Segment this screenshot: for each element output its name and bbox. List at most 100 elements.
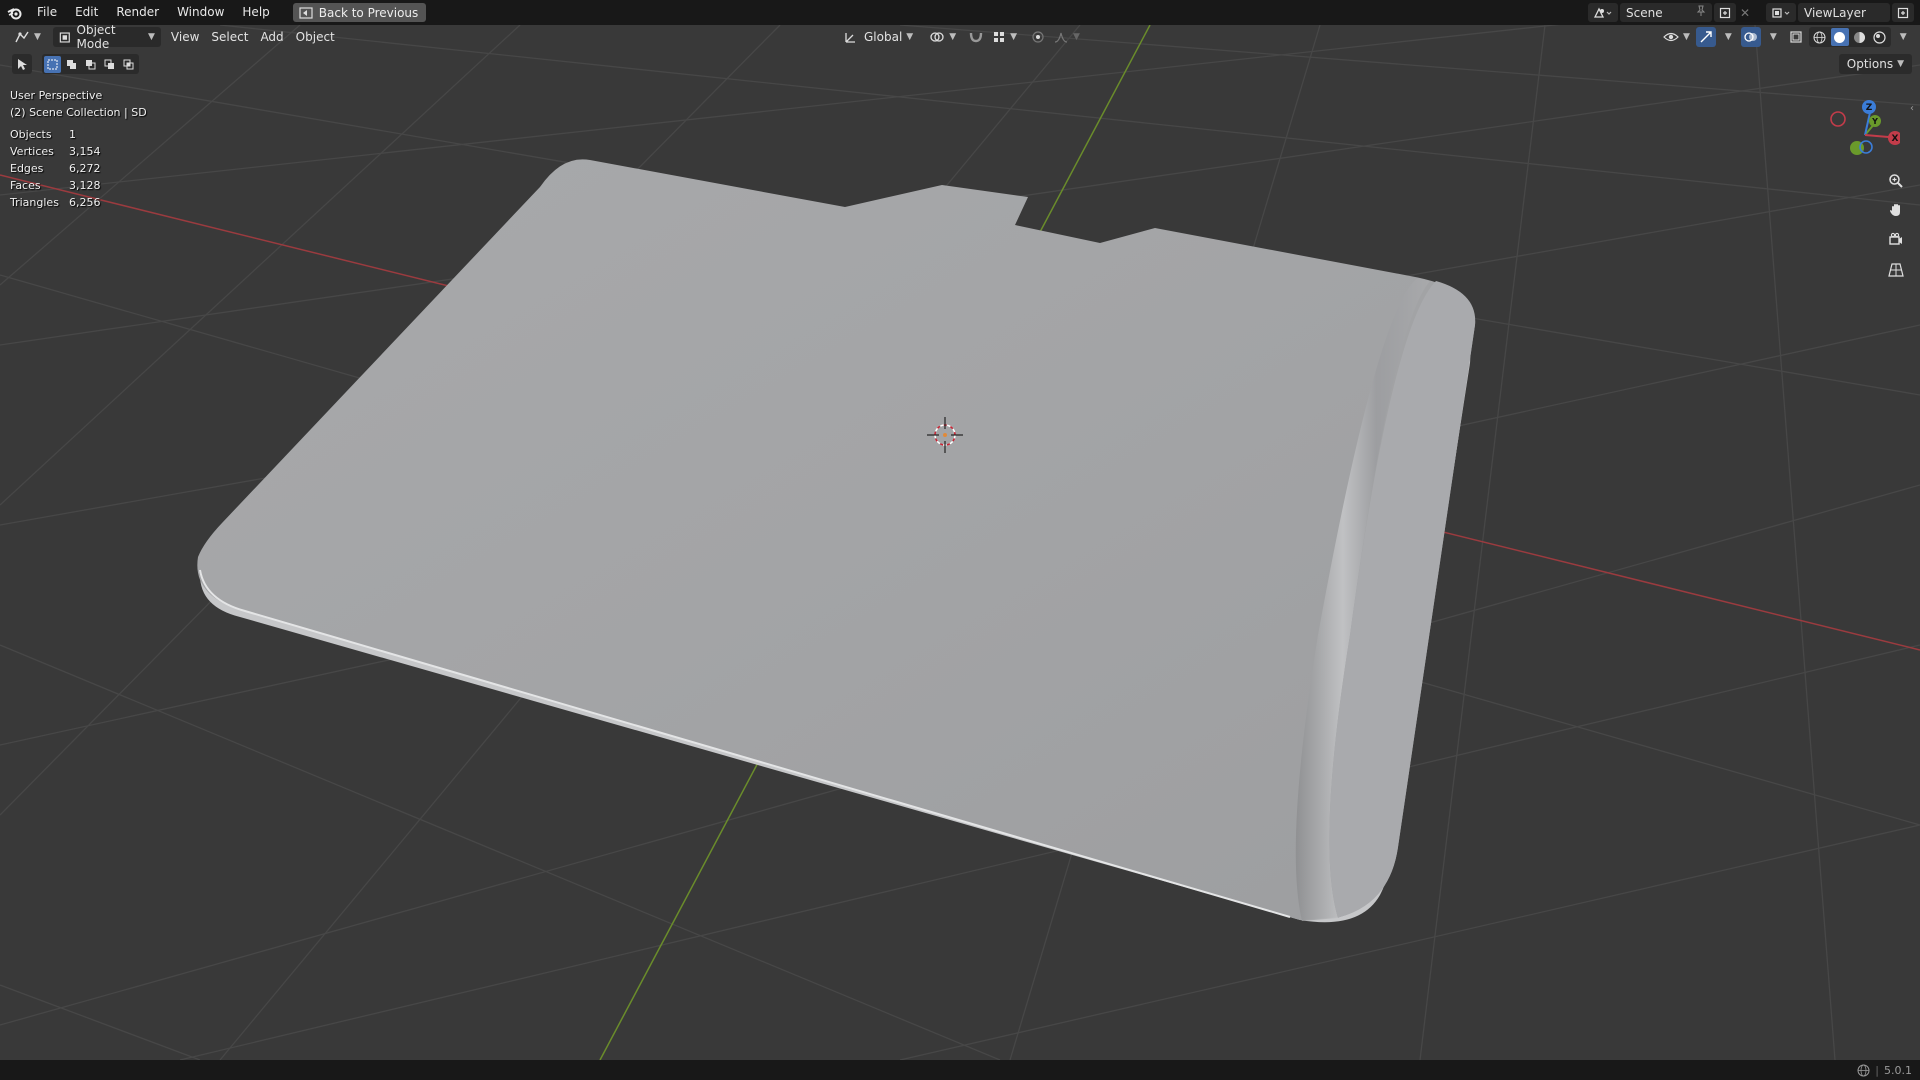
- scene-name: Scene: [1626, 5, 1663, 20]
- selection-mode-group: [42, 54, 139, 74]
- snap-toggle[interactable]: [966, 27, 986, 47]
- stat-value: 6,256: [69, 196, 101, 209]
- solid-shading-icon[interactable]: [1830, 28, 1849, 46]
- shading-dropdown[interactable]: ▼: [1894, 27, 1909, 47]
- stat-row: Edges 6,272: [10, 160, 147, 177]
- menu-edit[interactable]: Edit: [66, 0, 107, 25]
- view-layer-name-field[interactable]: ViewLayer: [1798, 3, 1890, 22]
- back-to-previous-label: Back to Previous: [318, 5, 419, 20]
- stat-label: Objects: [10, 128, 52, 141]
- navigation-gizmo[interactable]: Z Y X: [1820, 90, 1900, 180]
- network-globe-icon: [1857, 1064, 1870, 1076]
- wireframe-shading-icon[interactable]: [1811, 28, 1829, 46]
- neg-x-axis-icon[interactable]: [1830, 111, 1846, 127]
- collection-label: (2) Scene Collection | SD: [10, 106, 147, 119]
- options-dropdown[interactable]: Options ▼: [1838, 54, 1912, 74]
- chevron-down-icon: ▼: [1769, 32, 1777, 42]
- chevron-down-icon: ▼: [34, 32, 41, 42]
- stat-value: 3,154: [69, 145, 101, 158]
- pin-icon[interactable]: [1696, 5, 1706, 20]
- z-axis-label: Z: [1866, 103, 1873, 113]
- select-extend-icon[interactable]: [63, 56, 80, 73]
- proportional-falloff-dropdown[interactable]: ▼: [1051, 27, 1082, 47]
- menu-file[interactable]: File: [28, 0, 66, 25]
- overlays-toggle[interactable]: [1740, 27, 1761, 47]
- chevron-down-icon: ▼: [1899, 32, 1907, 42]
- top-menu-bar: File Edit Render Window Help Back to Pre…: [0, 0, 1920, 25]
- remove-scene-icon[interactable]: ✕: [1736, 6, 1754, 20]
- material-preview-shading-icon[interactable]: [1851, 28, 1869, 46]
- status-bar: | 5.0.1: [0, 1060, 1920, 1080]
- menu-add[interactable]: Add: [254, 27, 289, 47]
- camera-view-icon[interactable]: [1883, 227, 1909, 253]
- menu-render[interactable]: Render: [107, 0, 168, 25]
- editor-type-selector[interactable]: ▼: [8, 27, 47, 47]
- zoom-icon[interactable]: [1883, 168, 1909, 194]
- scene-name-field[interactable]: Scene: [1620, 3, 1712, 22]
- menu-select[interactable]: Select: [205, 27, 254, 47]
- overlays-dropdown[interactable]: ▼: [1764, 27, 1779, 47]
- scene-selector[interactable]: Scene ✕: [1588, 3, 1754, 22]
- select-invert-icon[interactable]: [101, 56, 118, 73]
- proportional-editing-toggle[interactable]: [1029, 27, 1047, 47]
- back-to-previous-button[interactable]: Back to Previous: [292, 3, 427, 22]
- gizmo-toggle[interactable]: [1695, 27, 1716, 47]
- viewport-scene[interactable]: [0, 25, 1920, 1060]
- scene-icon[interactable]: [1588, 3, 1618, 22]
- rendered-shading-icon[interactable]: [1871, 28, 1889, 46]
- perspective-toggle-icon[interactable]: [1883, 257, 1909, 283]
- pivot-point-icon: [930, 32, 944, 42]
- object-mode-dropdown[interactable]: Object Mode ▼: [52, 25, 161, 51]
- proportional-editing-icon: [1032, 31, 1044, 43]
- 3d-viewport[interactable]: ▼ Object Mode ▼ View Select Add Object G…: [0, 25, 1920, 1060]
- chevron-down-icon: ▼: [949, 32, 957, 42]
- stat-value: 6,272: [69, 162, 101, 175]
- tool-settings-row: [12, 54, 139, 74]
- pan-hand-icon[interactable]: [1883, 197, 1909, 223]
- magnet-icon: [969, 32, 983, 43]
- gizmo-dropdown[interactable]: ▼: [1719, 27, 1734, 47]
- menu-window[interactable]: Window: [168, 0, 233, 25]
- chevron-down-icon: ▼: [148, 32, 155, 42]
- stat-value: 1: [69, 128, 76, 141]
- select-subtract-icon[interactable]: [82, 56, 99, 73]
- snap-target-dropdown[interactable]: ▼: [990, 27, 1019, 47]
- sidebar-toggle-icon[interactable]: ‹: [1910, 103, 1914, 114]
- stat-label: Triangles: [10, 196, 59, 209]
- chevron-down-icon: ▼: [1897, 59, 1904, 69]
- perspective-label: User Perspective: [10, 89, 103, 102]
- view-layer-icon[interactable]: [1766, 3, 1796, 22]
- transform-orientation-dropdown[interactable]: Global ▼: [838, 27, 919, 47]
- view-layer-selector[interactable]: ViewLayer: [1766, 3, 1914, 22]
- viewport-header: ▼ Object Mode ▼ View Select Add Object G…: [0, 25, 1920, 51]
- select-intersect-icon[interactable]: [120, 56, 137, 73]
- object-mode-icon: [59, 31, 70, 43]
- new-scene-icon[interactable]: [1714, 3, 1736, 22]
- stat-row: Vertices 3,154: [10, 143, 147, 160]
- sd-card-mesh[interactable]: [197, 159, 1476, 923]
- stat-label: Faces: [10, 179, 41, 192]
- select-tool-button[interactable]: [12, 54, 32, 74]
- cursor-arrow-icon: [18, 58, 27, 70]
- version-label: 5.0.1: [1884, 1063, 1912, 1077]
- stat-row: Faces 3,128: [10, 177, 147, 194]
- chevron-down-icon: ▼: [1073, 32, 1080, 42]
- stat-value: 3,128: [69, 179, 101, 192]
- stat-row: Objects 1: [10, 126, 147, 143]
- stat-label: Vertices: [10, 145, 54, 158]
- pivot-point-dropdown[interactable]: ▼: [923, 27, 962, 47]
- orientation-global-icon: [845, 33, 855, 43]
- chevron-down-icon: ▼: [1724, 32, 1732, 42]
- gizmo-icon: [1700, 31, 1712, 43]
- overlays-icon: [1744, 32, 1757, 42]
- menu-help[interactable]: Help: [233, 0, 278, 25]
- visibility-dropdown[interactable]: ▼: [1660, 27, 1693, 47]
- back-screen-icon: [299, 6, 313, 19]
- menu-object[interactable]: Object: [290, 27, 341, 47]
- new-view-layer-icon[interactable]: [1892, 3, 1914, 22]
- scene-statistics: Objects 1 Vertices 3,154 Edges 6,272 Faces 3…: [10, 126, 147, 211]
- select-new-icon[interactable]: [44, 55, 61, 73]
- xray-toggle[interactable]: [1786, 27, 1806, 47]
- menu-view[interactable]: View: [165, 27, 205, 47]
- blender-logo-icon[interactable]: [2, 0, 28, 25]
